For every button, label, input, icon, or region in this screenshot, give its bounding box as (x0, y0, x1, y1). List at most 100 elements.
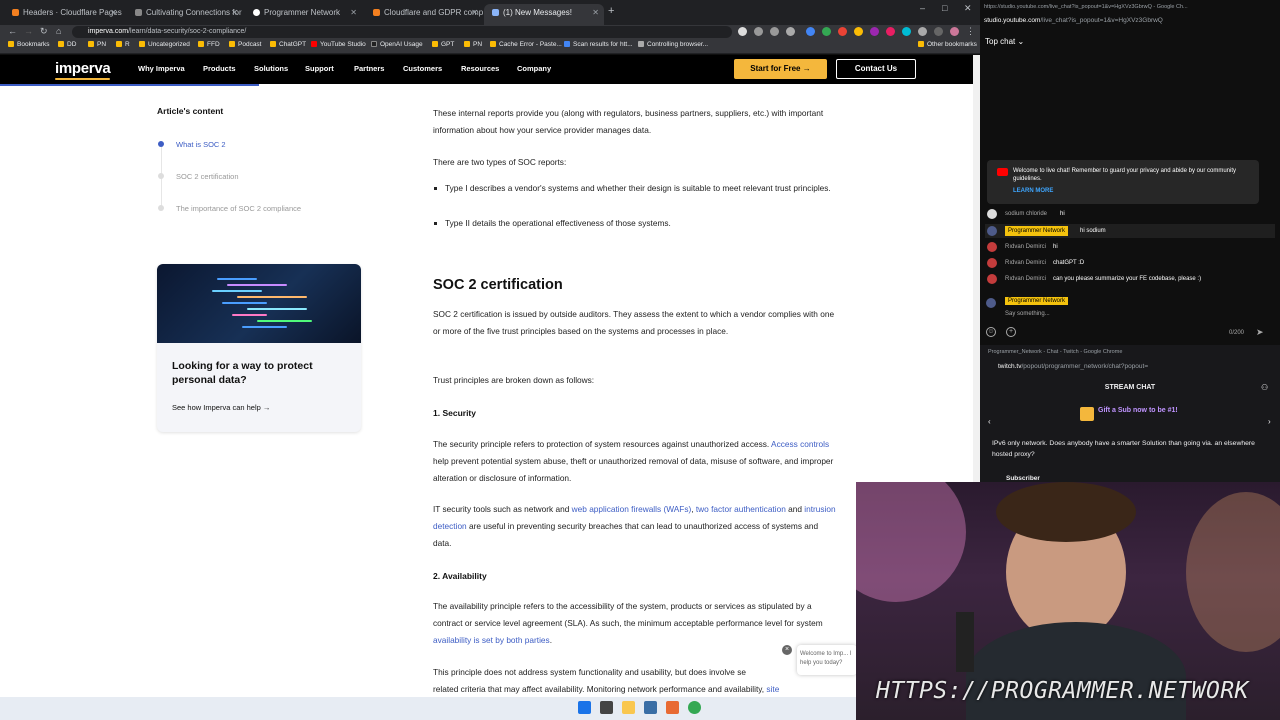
url-bar[interactable]: studio.youtube.com/live_chat?is_popout=1… (984, 17, 1163, 24)
cloudflare-icon (12, 9, 19, 16)
maximize-icon[interactable]: □ (942, 3, 947, 13)
bookmark-item[interactable]: PN (88, 41, 106, 48)
close-icon[interactable]: ✕ (231, 4, 238, 22)
chat-widget-bubble[interactable]: Welcome to Imp... I help you today? (797, 645, 857, 675)
bookmark-item[interactable]: Uncategorized (139, 41, 190, 48)
bookmark-item[interactable]: YouTube Studio (311, 41, 366, 48)
nav-solutions[interactable]: Solutions (254, 64, 288, 73)
bookmark-item[interactable]: Bookmarks (8, 41, 50, 48)
site-nav: imperva Why Imperva Products Solutions S… (0, 55, 973, 84)
bookmark-star-icon[interactable] (786, 27, 795, 36)
bookmark-item[interactable]: Other bookmarks (918, 41, 977, 48)
chat-message: Programmer Network hi sodium (985, 224, 1275, 238)
add-icon[interactable]: + (1006, 327, 1016, 337)
share-icon[interactable] (770, 27, 779, 36)
start-free-button[interactable]: Start for Free → (734, 59, 827, 79)
close-icon[interactable]: ✕ (350, 4, 357, 22)
imperva-logo[interactable]: imperva (55, 60, 111, 80)
toc-what-is-soc2[interactable]: What is SOC 2 (176, 140, 226, 149)
file-explorer-icon[interactable] (622, 701, 635, 714)
avatar (987, 242, 997, 252)
nav-support[interactable]: Support (305, 64, 334, 73)
home-icon[interactable]: ⌂ (56, 26, 61, 36)
welcome-banner: Welcome to live chat! Remember to guard … (987, 160, 1259, 204)
tab-new-messages[interactable]: (1) New Messages! ✕ (484, 4, 604, 25)
nav-partners[interactable]: Partners (354, 64, 384, 73)
extension-icon[interactable] (806, 27, 815, 36)
bookmark-item[interactable]: Cache Error - Paste... (490, 41, 562, 48)
chat-input[interactable]: Say something... (1005, 311, 1050, 317)
nav-resources[interactable]: Resources (461, 64, 499, 73)
availability-link[interactable]: availability is set by both parties (433, 635, 550, 645)
nav-products[interactable]: Products (203, 64, 236, 73)
bookmark-item[interactable]: Controlling browser... (638, 41, 708, 48)
avatar (987, 274, 997, 284)
tab-cloudflare-gdpr[interactable]: Cloudflare and GDPR complian✕ (365, 4, 483, 25)
close-icon[interactable]: ✕ (592, 4, 599, 22)
url-bar[interactable]: imperva.com/learn/data-security/soc-2-co… (72, 26, 732, 38)
learn-more-link[interactable]: LEARN MORE (1013, 188, 1053, 194)
nav-company[interactable]: Company (517, 64, 551, 73)
send-icon[interactable]: ➤ (1256, 327, 1264, 338)
gift-sub-banner[interactable]: Gift a Sub now to be #1! (1098, 407, 1178, 414)
tab-cultivating[interactable]: Cultivating Connections for Cod✕ (127, 4, 243, 25)
emoji-icon[interactable]: ☺ (986, 327, 996, 337)
chrome-icon[interactable] (688, 701, 701, 714)
reload-icon[interactable]: ↻ (40, 26, 48, 37)
close-window-icon[interactable]: ✕ (964, 3, 972, 14)
app-icon[interactable] (666, 701, 679, 714)
new-tab-button[interactable]: + (608, 5, 614, 17)
sidepanel-icon[interactable] (934, 27, 943, 36)
bookmark-item[interactable]: ChatGPT (270, 41, 306, 48)
bookmark-item[interactable]: OpenAI Usage (371, 41, 423, 48)
access-controls-link[interactable]: Access controls (771, 439, 829, 449)
promo-link[interactable]: See how Imperva can help → (172, 403, 270, 412)
contact-us-button[interactable]: Contact Us (836, 59, 916, 79)
app-icon[interactable] (644, 701, 657, 714)
minimize-icon[interactable]: – (920, 3, 925, 13)
extension-icon[interactable] (870, 27, 879, 36)
bookmark-item[interactable]: R (116, 41, 130, 48)
bookmark-item[interactable]: PN (464, 41, 482, 48)
bookmark-item[interactable]: FFD (198, 41, 220, 48)
close-icon[interactable]: ✕ (471, 4, 478, 22)
bookmark-item[interactable]: GPT (432, 41, 454, 48)
users-icon[interactable]: ⚇ (1261, 383, 1268, 392)
task-view-icon[interactable] (600, 701, 613, 714)
waf-link[interactable]: web application firewalls (WAFs) (572, 504, 692, 514)
back-icon[interactable]: ← (8, 26, 17, 36)
two-factor-link[interactable]: two factor authentication (696, 504, 786, 514)
start-icon[interactable] (578, 701, 591, 714)
bookmark-item[interactable]: Podcast (229, 41, 262, 48)
promo-card[interactable]: Looking for a way to protect personal da… (157, 264, 361, 432)
close-icon[interactable]: × (782, 645, 792, 655)
toc-soc2-certification[interactable]: SOC 2 certification (176, 172, 239, 181)
imperva-page: imperva Why Imperva Products Solutions S… (0, 55, 973, 697)
bookmark-item[interactable]: DD (58, 41, 76, 48)
avatar[interactable] (950, 27, 959, 36)
menu-icon[interactable]: ⋮ (966, 26, 975, 37)
google-lens-icon[interactable] (738, 27, 747, 36)
extension-icon[interactable] (886, 27, 895, 36)
url-bar[interactable]: twitch.tv/popout/programmer_network/chat… (998, 363, 1148, 370)
extension-icon[interactable] (838, 27, 847, 36)
zoom-icon[interactable] (754, 27, 763, 36)
extension-icon[interactable] (902, 27, 911, 36)
top-chat-dropdown[interactable]: Top chat ⌄ (985, 37, 1024, 46)
toc-dot (158, 205, 164, 211)
extension-icon[interactable] (854, 27, 863, 36)
chevron-right-icon[interactable]: › (1268, 417, 1271, 426)
extensions-puzzle-icon[interactable] (918, 27, 927, 36)
site-link[interactable]: site (766, 684, 779, 694)
close-icon[interactable]: ✕ (110, 4, 117, 22)
bookmark-item[interactable]: Scan results for htt... (564, 41, 633, 48)
tab-programmer-network[interactable]: Programmer Network ✕ (245, 4, 362, 25)
nav-why-imperva[interactable]: Why Imperva (138, 64, 185, 73)
tab-cloudflare-headers[interactable]: Headers · Cloudflare Pages docs✕ (4, 4, 122, 25)
forward-icon[interactable]: → (24, 26, 33, 36)
nav-customers[interactable]: Customers (403, 64, 442, 73)
chevron-left-icon[interactable]: ‹ (988, 417, 991, 426)
toc-importance[interactable]: The importance of SOC 2 compliance (176, 204, 301, 213)
subsection-heading: 2. Availability (433, 571, 487, 581)
extension-icon[interactable] (822, 27, 831, 36)
